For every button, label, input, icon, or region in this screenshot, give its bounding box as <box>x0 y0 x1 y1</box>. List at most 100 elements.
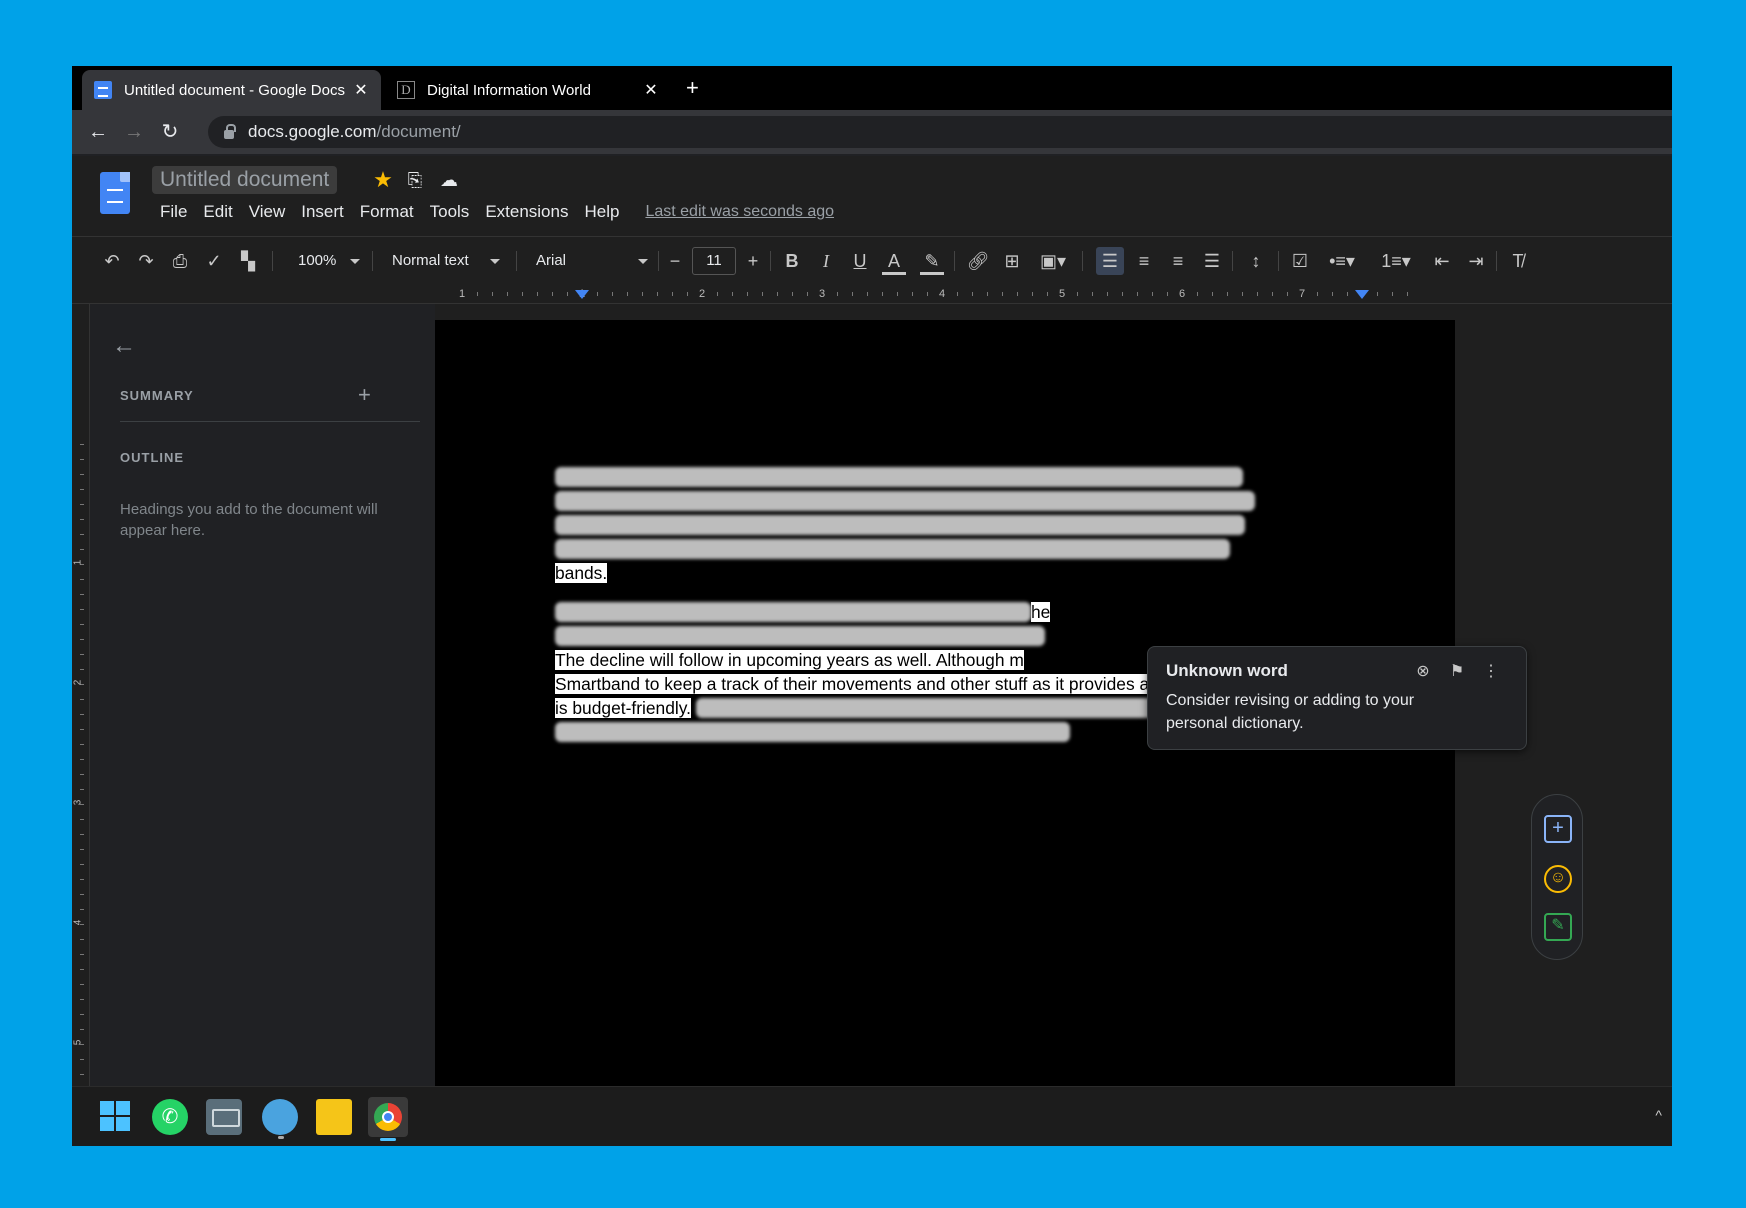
feedback-icon[interactable]: ⚑ <box>1446 661 1468 683</box>
font-select[interactable]: Arial <box>536 247 648 275</box>
print-icon[interactable]: ⎙ <box>168 247 192 275</box>
address-bar[interactable]: docs.google.com/document/ <box>208 116 1672 148</box>
ruler-tick <box>80 1074 84 1075</box>
italic-icon[interactable]: I <box>814 247 838 275</box>
ruler-tick <box>642 292 643 296</box>
menu-insert[interactable]: Insert <box>293 202 352 222</box>
ruler-number: 7 <box>1299 288 1306 300</box>
google-docs-logo-icon[interactable] <box>100 172 130 214</box>
menu-edit[interactable]: Edit <box>195 202 240 222</box>
ruler-tick <box>80 474 84 475</box>
align-left-icon[interactable]: ☰ <box>1096 247 1124 275</box>
close-outline-arrow-icon[interactable]: ← <box>112 332 136 360</box>
text-line <box>555 465 1335 489</box>
bulleted-list-icon[interactable]: •≡▾ <box>1322 247 1362 275</box>
menu-format[interactable]: Format <box>352 202 422 222</box>
menu-extensions[interactable]: Extensions <box>477 202 576 222</box>
bold-icon[interactable]: B <box>780 247 804 275</box>
paragraph-style-value: Normal text <box>392 252 469 269</box>
menu-help[interactable]: Help <box>576 202 627 222</box>
chevron-up-icon[interactable]: ^ <box>1655 1107 1662 1123</box>
windows-start-icon[interactable] <box>98 1099 134 1135</box>
decrease-font-size-button[interactable]: − <box>664 247 686 275</box>
ruler-tick <box>80 714 84 715</box>
last-edit-link[interactable]: Last edit was seconds ago <box>645 203 834 221</box>
insert-link-icon[interactable]: 🔗︎ <box>966 247 990 275</box>
menu-tools[interactable]: Tools <box>422 202 478 222</box>
paint-icon[interactable] <box>262 1099 298 1139</box>
align-center-icon[interactable]: ≡ <box>1132 247 1156 275</box>
star-icon[interactable]: ★ <box>372 169 394 191</box>
redo-icon[interactable]: ↷ <box>134 247 158 275</box>
start-tile <box>100 1117 114 1131</box>
checklist-icon[interactable]: ☑ <box>1288 247 1312 275</box>
menu-view[interactable]: View <box>241 202 294 222</box>
font-size-input[interactable]: 11 <box>692 247 736 275</box>
ignore-circle-x-icon[interactable]: ⊗ <box>1412 661 1434 683</box>
floating-actions: + ☺ ✎ <box>1531 794 1583 960</box>
cloud-status-icon[interactable]: ☁ <box>438 169 460 191</box>
ruler-tick <box>852 292 853 296</box>
paragraph-style-select[interactable]: Normal text <box>392 247 500 275</box>
spellcheck-icon[interactable]: ✓ <box>202 247 226 275</box>
file-explorer-icon[interactable] <box>316 1099 352 1135</box>
forward-arrow-icon[interactable]: → <box>122 120 146 144</box>
ruler-tick <box>567 292 568 296</box>
decrease-indent-icon[interactable]: ⇤ <box>1430 247 1454 275</box>
back-arrow-icon[interactable]: ← <box>86 120 110 144</box>
lock-icon[interactable] <box>224 123 236 139</box>
toolbar-divider <box>1496 251 1497 271</box>
document-title[interactable]: Untitled document <box>152 166 338 194</box>
whatsapp-icon[interactable]: ✆ <box>152 1099 188 1135</box>
text-run: The decline will follow in upcoming year… <box>555 650 1024 670</box>
line-spacing-icon[interactable]: ↕ <box>1244 247 1268 275</box>
more-vert-icon[interactable]: ⋮ <box>1480 661 1502 683</box>
horizontal-ruler[interactable]: 11234567 <box>72 284 1672 304</box>
indent-marker-icon[interactable] <box>1355 290 1369 299</box>
add-comment-icon[interactable]: + <box>1544 815 1572 843</box>
justify-icon[interactable]: ☰ <box>1200 247 1224 275</box>
new-tab-button[interactable]: + <box>686 76 699 100</box>
undo-icon[interactable]: ↶ <box>100 247 124 275</box>
clear-formatting-icon[interactable]: T̸ <box>1506 247 1530 275</box>
google-chrome-icon[interactable] <box>368 1097 408 1141</box>
ruler-number: 6 <box>1179 288 1186 300</box>
touch-keyboard-icon[interactable] <box>206 1099 242 1135</box>
indent-marker-icon[interactable] <box>575 290 589 299</box>
ruler-tick <box>687 292 688 296</box>
reload-icon[interactable]: ↻ <box>158 120 182 144</box>
text-run: is budget-friendly. <box>555 698 691 718</box>
highlight-color-icon[interactable]: ✎ <box>920 247 944 275</box>
align-right-icon[interactable]: ≡ <box>1166 247 1190 275</box>
text-color-icon[interactable]: A <box>882 247 906 275</box>
ruler-tick <box>522 292 523 296</box>
ruler-tick <box>987 292 988 296</box>
paragraph[interactable]: bands. <box>555 465 1335 585</box>
add-comment-toolbar-icon[interactable]: ⊞ <box>1000 247 1024 275</box>
insert-image-icon[interactable]: ▣▾ <box>1034 247 1072 275</box>
emoji-reaction-icon[interactable]: ☺ <box>1544 865 1572 893</box>
numbered-list-icon[interactable]: 1≡▾ <box>1376 247 1416 275</box>
menu-file[interactable]: File <box>152 202 195 222</box>
ruler-tick <box>80 519 84 520</box>
vertical-ruler[interactable]: 1 2 3 4 5 <box>72 304 90 1086</box>
ruler-tick <box>1032 292 1033 296</box>
increase-font-size-button[interactable]: + <box>742 247 764 275</box>
underline-icon[interactable]: U <box>848 247 872 275</box>
paint-format-icon[interactable]: ▚ <box>236 247 260 275</box>
ruler-tick <box>1227 292 1228 296</box>
ruler-tick <box>1287 292 1288 296</box>
increase-indent-icon[interactable]: ⇥ <box>1464 247 1488 275</box>
suggest-edits-icon[interactable]: ✎ <box>1544 913 1572 941</box>
tab-google-docs[interactable]: Untitled document - Google Docs ✕ <box>82 70 381 110</box>
ruler-tick <box>80 609 84 610</box>
zoom-select[interactable]: 100% <box>298 247 360 275</box>
close-icon[interactable]: ✕ <box>353 80 369 100</box>
tab-digital-information-world[interactable]: D Digital Information World ✕ <box>385 70 671 110</box>
ruler-tick <box>972 292 973 296</box>
close-icon[interactable]: ✕ <box>643 80 659 100</box>
move-folder-icon[interactable]: ⎘ <box>404 169 426 191</box>
ruler-tick <box>1167 292 1168 296</box>
font-value: Arial <box>536 252 567 269</box>
add-summary-button[interactable]: + <box>358 382 371 408</box>
